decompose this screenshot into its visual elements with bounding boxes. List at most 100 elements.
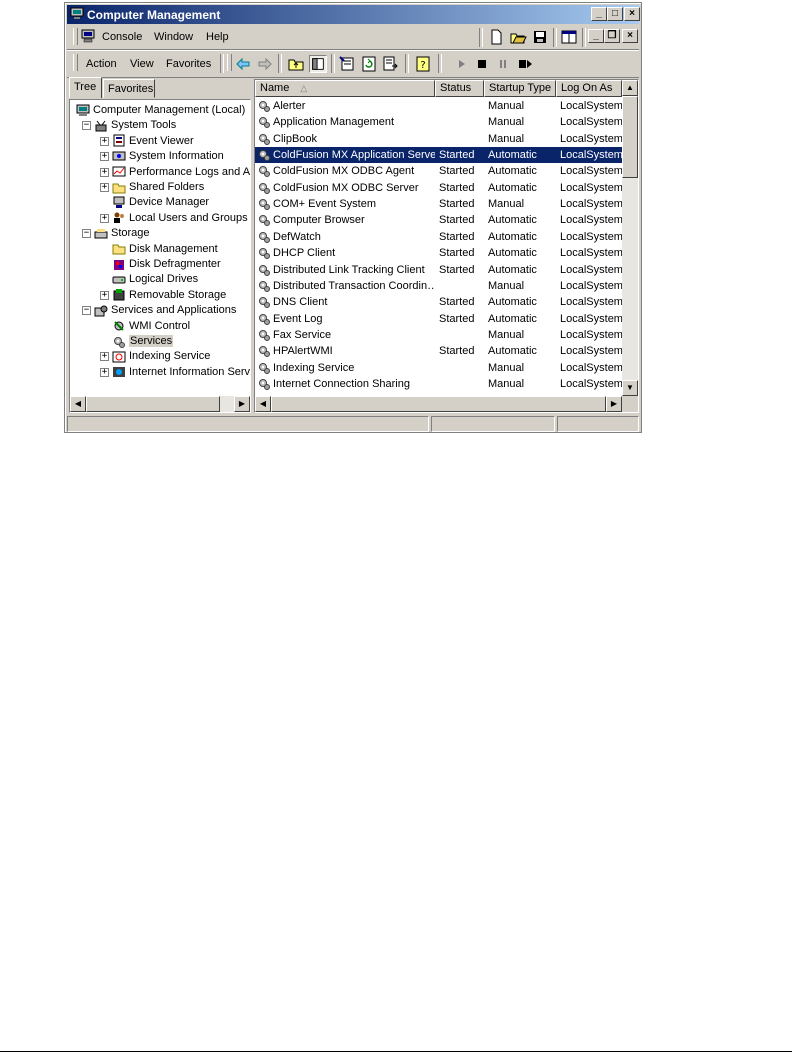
service-row[interactable]: Distributed Link Tracking Client Started A… [255, 262, 622, 278]
service-row[interactable]: Alerter Manual LocalSystem [255, 98, 622, 114]
scroll-right-button[interactable]: ▶ [606, 396, 622, 412]
service-startup-cell: Automatic [488, 247, 537, 260]
scroll-up-button[interactable]: ▲ [622, 80, 638, 96]
tab-favorites[interactable]: Favorites [103, 79, 155, 98]
tree-item-storage[interactable]: Storage [94, 226, 150, 241]
column-header-status[interactable]: Status [435, 80, 484, 97]
stop-service-icon[interactable] [473, 55, 491, 73]
scroll-right-button[interactable]: ▶ [234, 396, 250, 412]
maximize-button[interactable]: □ [607, 7, 623, 21]
list-vertical-scrollbar[interactable]: ▲ ▼ [622, 80, 638, 396]
column-header-startup-type[interactable]: Startup Type [484, 80, 556, 97]
tree-item-removable-storage[interactable]: Removable Storage [112, 288, 226, 303]
menu-view[interactable]: View [130, 58, 154, 70]
tree-item-device-manager[interactable]: Device Manager [112, 195, 209, 210]
expand-toggle-icon[interactable]: + [100, 352, 109, 362]
tree-item-services[interactable]: Services [112, 334, 174, 349]
column-header-name[interactable]: Name △ [255, 80, 435, 97]
tree-item-system-tools[interactable]: System Tools [94, 118, 176, 133]
tree-item-event-viewer[interactable]: Event Viewer [112, 134, 194, 149]
menu-action[interactable]: Action [86, 58, 117, 70]
service-row[interactable]: COM+ Event System Started Manual LocalSyste… [255, 196, 622, 212]
scroll-thumb[interactable] [271, 396, 606, 412]
menu-console[interactable]: Console [102, 31, 142, 43]
menu-window[interactable]: Window [154, 31, 193, 43]
expand-toggle-icon[interactable]: + [100, 213, 109, 223]
restart-service-icon[interactable] [516, 55, 534, 73]
show-hide-tree-icon[interactable] [309, 55, 327, 73]
tree-item-system-information[interactable]: System Information [112, 149, 224, 164]
service-row[interactable]: Application Management Manual LocalSystem [255, 114, 622, 130]
service-row[interactable]: DHCP Client Started Automatic LocalSystem [255, 245, 622, 261]
collapse-toggle-icon[interactable]: − [82, 121, 91, 131]
tree-item-performance-logs[interactable]: Performance Logs and Aler [112, 165, 250, 180]
service-row[interactable]: DefWatch Started Automatic LocalSystem [255, 229, 622, 245]
column-header-log-on-as[interactable]: Log On As [556, 80, 622, 97]
forward-arrow-icon[interactable] [256, 55, 274, 73]
service-row[interactable]: Distributed Transaction Coordin… Manual Lo… [255, 278, 622, 294]
scroll-down-button[interactable]: ▼ [622, 380, 638, 396]
service-row[interactable]: ColdFusion MX ODBC Server Started Automati… [255, 180, 622, 196]
new-window-icon[interactable] [560, 28, 578, 46]
service-row[interactable]: Event Log Started Automatic LocalSystem [255, 311, 622, 327]
tree-item-logical-drives[interactable]: Logical Drives [112, 272, 198, 287]
toolbar-grip[interactable] [227, 54, 232, 71]
export-list-icon[interactable] [382, 55, 400, 73]
pause-service-icon[interactable] [494, 55, 512, 73]
tree-item-wmi-control[interactable]: WMI Control [112, 319, 190, 334]
service-row[interactable]: Indexing Service Manual LocalSystem [255, 360, 622, 376]
child-minimize-button[interactable]: _ [588, 29, 604, 43]
tree-root-computer-management[interactable]: Computer Management (Local) [76, 103, 245, 118]
close-button[interactable]: × [624, 7, 640, 21]
tree-item-internet-information-services[interactable]: Internet Information Servi [112, 365, 250, 380]
open-folder-icon[interactable] [509, 28, 527, 46]
child-close-button[interactable]: × [622, 29, 638, 43]
scroll-left-button[interactable]: ◀ [70, 396, 86, 412]
service-row[interactable]: ColdFusion MX Application Server Started A… [255, 147, 622, 164]
tree-item-local-users-groups[interactable]: Local Users and Groups [112, 211, 248, 226]
tree-item-disk-management[interactable]: Disk Management [112, 242, 218, 257]
service-row[interactable]: Internet Connection Sharing Manual LocalSy… [255, 376, 622, 392]
service-row[interactable]: Computer Browser Started Automatic LocalSys… [255, 212, 622, 228]
collapse-toggle-icon[interactable]: − [82, 229, 91, 239]
start-service-icon[interactable] [453, 55, 471, 73]
collapse-toggle-icon[interactable]: − [82, 306, 91, 316]
service-row[interactable]: ClipBook Manual LocalSystem [255, 131, 622, 147]
tree-item-indexing-service[interactable]: Indexing Service [112, 349, 210, 364]
tree-horizontal-scrollbar[interactable]: ◀ ▶ [70, 396, 250, 412]
toolbar-grip[interactable] [73, 54, 78, 71]
tree-item-disk-defragmenter[interactable]: Disk Defragmenter [112, 257, 221, 272]
up-one-level-icon[interactable] [287, 55, 305, 73]
service-row[interactable]: DNS Client Started Automatic LocalSystem [255, 294, 622, 310]
services-list-pane[interactable]: Name △ Status Startup Type Log On As Ale… [254, 79, 639, 413]
expand-toggle-icon[interactable]: + [100, 167, 109, 177]
expand-toggle-icon[interactable]: + [100, 290, 109, 300]
save-icon[interactable] [531, 28, 549, 46]
expand-toggle-icon[interactable]: + [100, 183, 109, 192]
menu-help[interactable]: Help [206, 31, 229, 43]
new-document-icon[interactable] [487, 28, 505, 46]
service-row[interactable]: HPAlertWMI Started Automatic LocalSystem [255, 343, 622, 359]
child-restore-button[interactable]: ❐ [604, 29, 620, 43]
scroll-thumb[interactable] [86, 396, 220, 412]
refresh-icon[interactable] [360, 55, 378, 73]
back-arrow-icon[interactable] [234, 55, 252, 73]
service-row[interactable]: ColdFusion MX ODBC Agent Started Automatic… [255, 163, 622, 179]
menubar-grip[interactable] [73, 28, 78, 45]
scroll-left-button[interactable]: ◀ [255, 396, 271, 412]
help-icon[interactable]: ? [414, 55, 432, 73]
service-row[interactable]: Fax Service Manual LocalSystem [255, 327, 622, 343]
properties-icon[interactable] [338, 55, 356, 73]
tree-item-shared-folders[interactable]: Shared Folders [112, 180, 204, 195]
scroll-thumb[interactable] [622, 96, 638, 178]
minimize-button[interactable]: _ [591, 7, 607, 21]
expand-toggle-icon[interactable]: + [100, 152, 109, 162]
expand-toggle-icon[interactable]: + [100, 367, 109, 377]
expand-toggle-icon[interactable]: + [100, 136, 109, 146]
list-horizontal-scrollbar[interactable]: ◀ ▶ [255, 396, 638, 412]
title-bar[interactable]: Computer Management _ □ × [67, 5, 640, 24]
tree-pane[interactable]: Computer Management (Local) − System Tools… [69, 99, 251, 413]
menu-favorites[interactable]: Favorites [166, 58, 211, 70]
tab-tree[interactable]: Tree [69, 77, 102, 98]
tree-item-services-and-applications[interactable]: Services and Applications [94, 303, 236, 318]
